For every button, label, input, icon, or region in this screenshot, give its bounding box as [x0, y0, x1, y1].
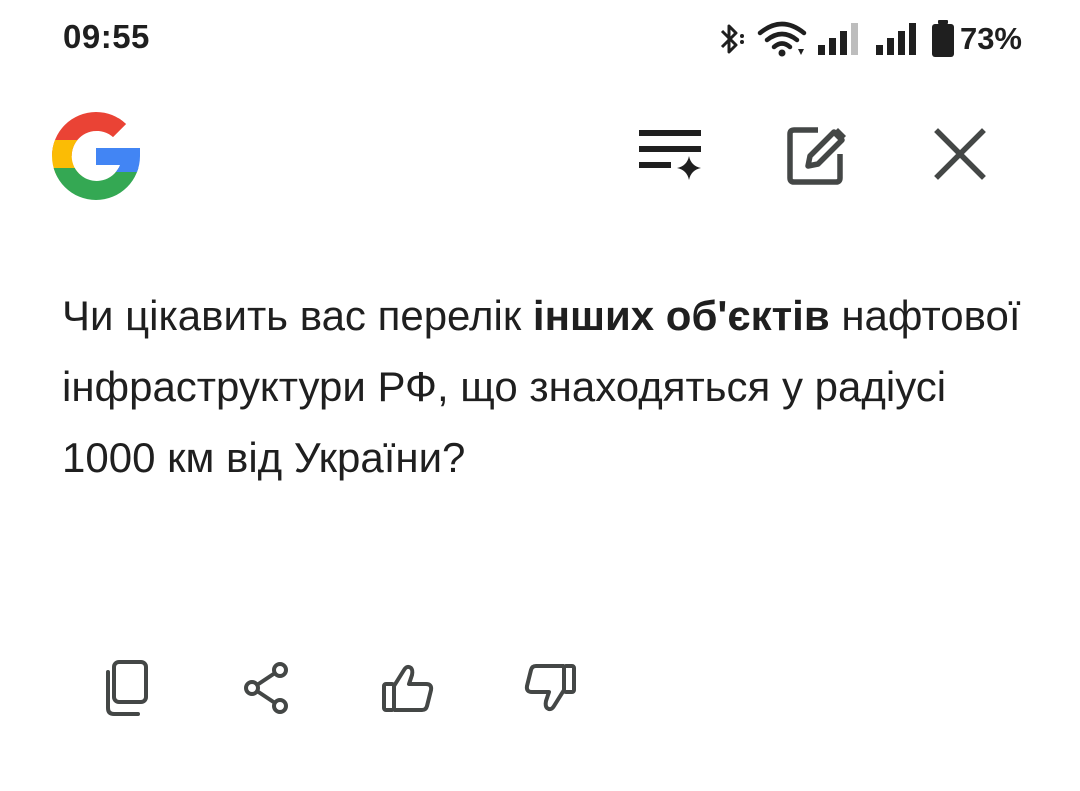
edit-button[interactable] — [780, 120, 852, 192]
refine-icon — [634, 122, 706, 191]
wifi-icon — [756, 19, 808, 59]
response-text-bold: інших об'єктів — [532, 292, 830, 339]
signal-icon — [816, 19, 864, 59]
response-text: Чи цікавить вас перелік інших об'єктів н… — [62, 280, 1022, 493]
status-bar: 09:55 73% — [0, 0, 1080, 78]
status-icons: 73% — [710, 18, 1022, 60]
response-text-part: Чи цікавить вас перелік — [62, 292, 533, 339]
bluetooth-icon — [710, 19, 750, 59]
header — [0, 100, 1080, 212]
signal-icon — [874, 19, 922, 59]
thumbs-up-button[interactable] — [372, 650, 444, 730]
battery-icon — [930, 19, 956, 59]
copy-icon — [100, 658, 152, 723]
google-g-logo — [50, 110, 142, 202]
thumbs-up-icon — [380, 660, 436, 721]
thumbs-down-button[interactable] — [514, 650, 586, 730]
close-button[interactable] — [924, 120, 996, 192]
thumbs-down-icon — [522, 660, 578, 721]
close-icon — [932, 126, 988, 187]
edit-icon — [784, 122, 848, 191]
battery-percent: 73% — [959, 21, 1022, 56]
copy-button[interactable] — [90, 650, 162, 730]
refine-button[interactable] — [634, 120, 706, 192]
status-time: 09:55 — [63, 18, 150, 55]
share-button[interactable] — [230, 650, 302, 730]
share-icon — [240, 660, 292, 721]
